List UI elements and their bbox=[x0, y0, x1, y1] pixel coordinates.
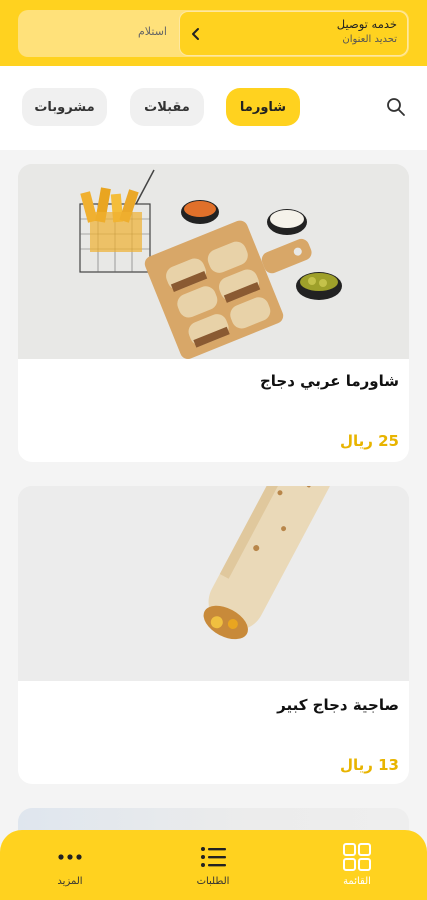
grid-icon bbox=[343, 843, 371, 871]
order-type-selector: خدمه توصيل تحديد العنوان استلام bbox=[18, 10, 409, 57]
top-header: خدمه توصيل تحديد العنوان استلام bbox=[0, 0, 427, 66]
product-name: صاجية دجاج كبير bbox=[277, 696, 399, 714]
product-card[interactable]: شاورما عربي دجاج 25 ريال bbox=[18, 164, 409, 462]
bottom-nav: القائمة الطلبات المزيد bbox=[0, 830, 427, 900]
product-name: شاورما عربي دجاج bbox=[259, 372, 399, 390]
delivery-option[interactable]: خدمه توصيل تحديد العنوان bbox=[179, 11, 408, 56]
delivery-address-link[interactable]: تحديد العنوان bbox=[180, 34, 397, 45]
tab-appetizers[interactable]: مقبلات bbox=[130, 88, 204, 126]
product-image bbox=[18, 486, 409, 681]
nav-more-label: المزيد bbox=[57, 876, 83, 887]
product-price: 13 ريال bbox=[339, 756, 399, 774]
nav-orders-label: الطلبات bbox=[196, 876, 230, 887]
chevron-left-icon bbox=[192, 28, 199, 40]
product-card[interactable]: صاجية دجاج كبير 13 ريال bbox=[18, 486, 409, 784]
tab-shawarma[interactable]: شاورما bbox=[226, 88, 300, 126]
nav-menu[interactable]: القائمة bbox=[317, 842, 397, 887]
product-image bbox=[18, 164, 409, 359]
nav-more[interactable]: المزيد bbox=[30, 842, 110, 887]
nav-orders[interactable]: الطلبات bbox=[173, 842, 253, 887]
more-dots-icon bbox=[58, 854, 82, 860]
tab-drinks[interactable]: مشروبات bbox=[22, 88, 107, 126]
search-icon[interactable] bbox=[386, 97, 406, 117]
nav-menu-label: القائمة bbox=[343, 876, 371, 887]
product-price: 25 ريال bbox=[339, 432, 399, 450]
list-icon bbox=[201, 847, 226, 867]
delivery-title: خدمه توصيل bbox=[336, 17, 397, 31]
pickup-option[interactable]: استلام bbox=[138, 25, 167, 38]
